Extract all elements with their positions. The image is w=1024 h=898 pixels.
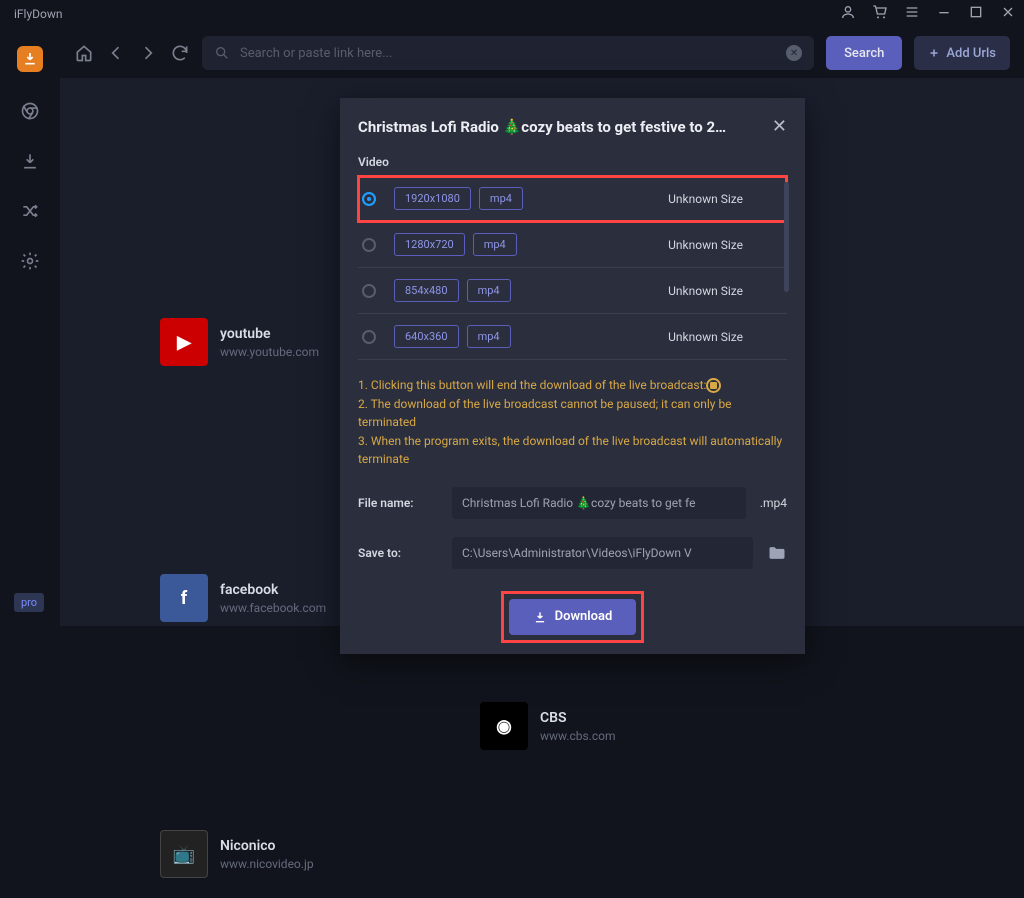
folder-icon[interactable] [767, 543, 787, 563]
settings-icon[interactable] [19, 250, 41, 272]
site-tile-CBS[interactable]: ◉CBSwww.cbs.com [480, 702, 740, 750]
search-input[interactable]: Search or paste link here... ✕ [202, 36, 814, 70]
Niconico-icon: 📺 [160, 830, 208, 878]
format-chip: mp4 [467, 279, 511, 302]
dialog-title: Christmas Lofi Radio 🎄cozy beats to get … [358, 118, 726, 136]
video-option[interactable]: 640x360 mp4 Unknown Size [358, 314, 787, 360]
stop-icon [706, 378, 721, 393]
download-button[interactable]: Download [509, 599, 637, 635]
filename-input[interactable]: Christmas Lofi Radio 🎄cozy beats to get … [452, 487, 746, 519]
topbar: Search or paste link here... ✕ Search Ad… [60, 28, 1024, 78]
download-app-icon[interactable] [17, 46, 43, 72]
radio-icon[interactable] [362, 238, 376, 252]
app-title: iFlyDown [8, 7, 63, 21]
menu-icon[interactable] [904, 4, 920, 24]
titlebar-controls [840, 4, 1016, 24]
saveto-label: Save to: [358, 546, 438, 560]
chrome-icon[interactable] [19, 100, 41, 122]
video-section-label: Video [358, 155, 787, 169]
size-label: Unknown Size [668, 284, 743, 298]
titlebar: iFlyDown [0, 0, 1024, 28]
sidebar: pro [0, 28, 60, 626]
CBS-icon: ◉ [480, 702, 528, 750]
format-chip: mp4 [479, 187, 523, 210]
radio-icon[interactable] [362, 192, 376, 206]
size-label: Unknown Size [668, 238, 743, 252]
pro-badge[interactable]: pro [14, 593, 44, 612]
reload-icon[interactable] [170, 43, 190, 63]
saveto-input[interactable]: C:\Users\Administrator\Videos\iFlyDown V [452, 537, 753, 569]
format-chip: mp4 [473, 233, 517, 256]
forward-icon[interactable] [138, 43, 158, 63]
resolution-chip: 854x480 [394, 279, 459, 302]
resolution-chip: 640x360 [394, 325, 459, 348]
size-label: Unknown Size [668, 330, 743, 344]
shuffle-icon[interactable] [19, 200, 41, 222]
download-highlight: Download [501, 591, 645, 643]
format-chip: mp4 [467, 325, 511, 348]
radio-icon[interactable] [362, 284, 376, 298]
filename-ext: .mp4 [760, 496, 787, 510]
video-options-list: 1920x1080 mp4 Unknown Size 1280x720 mp4 … [358, 175, 787, 360]
video-option[interactable]: 854x480 mp4 Unknown Size [358, 268, 787, 314]
site-tile-Niconico[interactable]: 📺Niconicowww.nicovideo.jp [160, 830, 420, 878]
add-urls-button[interactable]: Add Urls [914, 36, 1010, 70]
downloads-icon[interactable] [19, 150, 41, 172]
youtube-icon: ▶ [160, 318, 208, 366]
live-notes: 1. Clicking this button will end the dow… [358, 376, 787, 469]
maximize-icon[interactable] [968, 4, 984, 24]
scrollbar[interactable] [784, 182, 789, 292]
search-placeholder: Search or paste link here... [240, 46, 392, 61]
search-button[interactable]: Search [826, 36, 902, 70]
search-icon [214, 45, 230, 61]
facebook-icon: f [160, 574, 208, 622]
size-label: Unknown Size [668, 192, 743, 206]
download-dialog: Christmas Lofi Radio 🎄cozy beats to get … [340, 98, 805, 654]
radio-icon[interactable] [362, 330, 376, 344]
video-option[interactable]: 1280x720 mp4 Unknown Size [358, 222, 787, 268]
resolution-chip: 1920x1080 [394, 187, 471, 210]
minimize-icon[interactable] [936, 4, 952, 24]
resolution-chip: 1280x720 [394, 233, 465, 256]
cart-icon[interactable] [872, 4, 888, 24]
home-icon[interactable] [74, 43, 94, 63]
download-icon [533, 610, 547, 624]
dialog-close-icon[interactable]: ✕ [772, 116, 787, 137]
close-icon[interactable] [1000, 4, 1016, 24]
user-icon[interactable] [840, 4, 856, 24]
clear-icon[interactable]: ✕ [786, 45, 802, 61]
video-option[interactable]: 1920x1080 mp4 Unknown Size [358, 176, 787, 222]
plus-icon [928, 47, 940, 59]
filename-label: File name: [358, 496, 438, 510]
back-icon[interactable] [106, 43, 126, 63]
